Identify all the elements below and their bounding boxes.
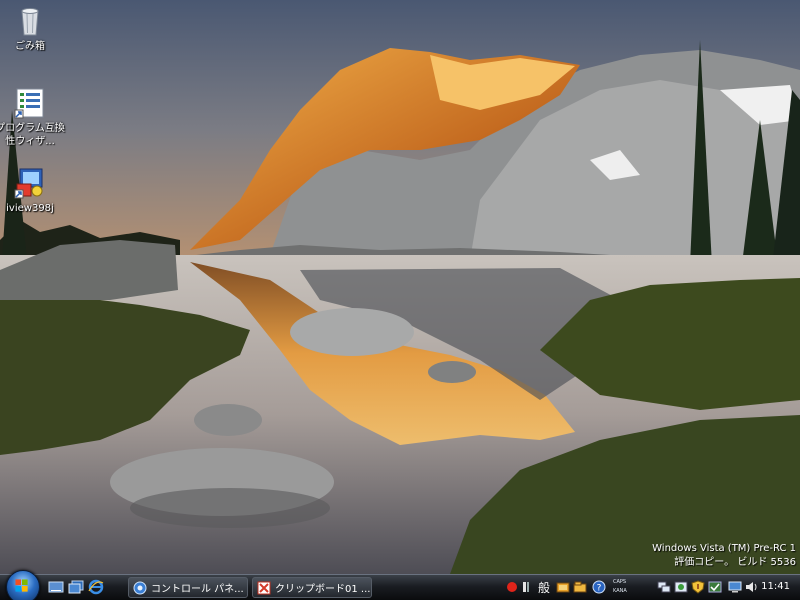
- show-desktop-icon[interactable]: [48, 579, 64, 595]
- network-icon[interactable]: [657, 580, 671, 594]
- recycle-bin-icon: [21, 8, 39, 36]
- internet-explorer-icon[interactable]: [88, 579, 104, 595]
- ime-status-indicator[interactable]: CAPS KANA: [613, 578, 627, 596]
- desktop-icon-label: iview398j: [6, 203, 54, 214]
- notification-area: 般 ? CAPS KANA 11:41: [500, 577, 800, 599]
- ime-input-icon[interactable]: [522, 580, 536, 594]
- windows-logo-icon: [15, 579, 28, 592]
- watermark-line-1: Windows Vista (TM) Pre-RC 1: [652, 543, 796, 554]
- caps-lock-label: CAPS: [613, 579, 627, 585]
- clock[interactable]: 11:41: [761, 581, 790, 592]
- start-button[interactable]: [6, 570, 40, 600]
- help-icon[interactable]: ?: [592, 580, 606, 594]
- desktop-icon-recycle-bin[interactable]: ごみ箱: [0, 4, 65, 53]
- status-check-icon[interactable]: [708, 580, 722, 594]
- switch-windows-icon[interactable]: [68, 579, 84, 595]
- desktop-icon-label: プログラム互換性ウィザ...: [0, 123, 65, 147]
- ime-dictionary-icon[interactable]: [556, 580, 570, 594]
- kana-lock-label: KANA: [613, 588, 627, 594]
- desktop-icon-label: ごみ箱: [15, 41, 45, 52]
- build-watermark: Windows Vista (TM) Pre-RC 1 評価コピー。 ビルド 5…: [652, 542, 796, 570]
- watermark-line-2: 評価コピー。 ビルド 5536: [674, 557, 796, 568]
- shield-warning-icon[interactable]: [691, 580, 705, 594]
- wallpaper: [0, 0, 800, 574]
- desktop-icon-iview[interactable]: iview398j: [0, 166, 65, 215]
- display-icon[interactable]: [728, 580, 742, 594]
- taskbar[interactable]: コントロール パネ... クリップボード01 ... 般 ? CAPS KANA…: [0, 570, 800, 600]
- taskbar-button-label: クリップボード01 ...: [275, 584, 371, 595]
- control-panel-icon: [133, 581, 147, 594]
- security-center-icon[interactable]: [674, 580, 688, 594]
- clipboard-app-icon: [257, 581, 271, 594]
- irfanview-icon: [14, 168, 43, 199]
- red-record-icon[interactable]: [505, 580, 519, 594]
- taskbar-button-control-panel[interactable]: コントロール パネ...: [128, 577, 248, 598]
- desktop-icon-compat-wizard[interactable]: プログラム互換性ウィザ...: [0, 86, 65, 148]
- volume-icon[interactable]: [744, 580, 758, 594]
- compat-wizard-icon: [14, 88, 44, 119]
- ime-tool-icon[interactable]: [573, 580, 587, 594]
- ime-mode-indicator[interactable]: 般: [538, 579, 550, 596]
- taskbar-button-label: コントロール パネ...: [151, 584, 244, 595]
- desktop[interactable]: ごみ箱 プログラム互換性ウィザ... iview398j Windows Vis…: [0, 0, 800, 600]
- svg-text:?: ?: [597, 584, 602, 594]
- taskbar-button-clipboard[interactable]: クリップボード01 ...: [252, 577, 372, 598]
- quick-launch: [48, 579, 104, 597]
